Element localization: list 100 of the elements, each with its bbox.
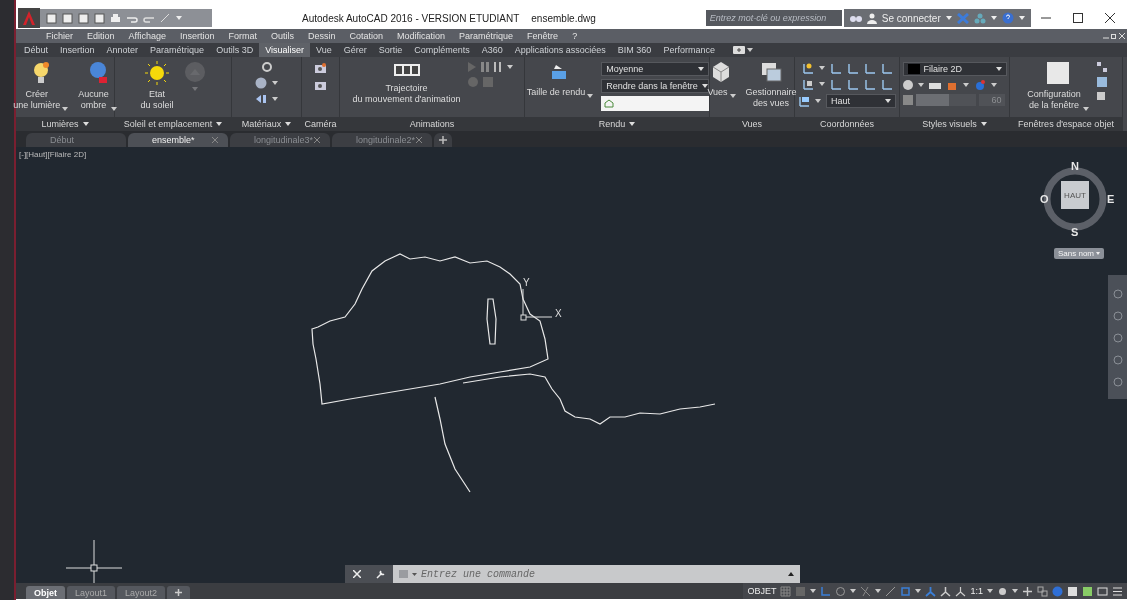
menu-item[interactable]: Insertion xyxy=(179,31,215,41)
ribbon-tab[interactable]: Performance xyxy=(657,43,721,57)
ribbon-button[interactable]: Aucune ombre xyxy=(76,60,119,112)
fullscreen-icon[interactable] xyxy=(1097,585,1108,597)
wrench-icon[interactable] xyxy=(376,569,386,579)
ribbon-tab[interactable]: Outils 3D xyxy=(210,43,260,57)
compass-letter[interactable]: S xyxy=(1071,226,1079,238)
ribbon-tab[interactable]: Applications associées xyxy=(508,43,612,57)
ribbon-tab[interactable]: Sortie xyxy=(372,43,409,57)
grid-icon xyxy=(1096,77,1107,87)
camera-icon xyxy=(314,79,327,91)
ribbon-tab[interactable]: BIM 360 xyxy=(611,43,658,57)
menu-item[interactable]: ? xyxy=(572,31,578,41)
annotation-scale[interactable]: 1:1 xyxy=(970,586,983,596)
ribbon-tab[interactable]: Début xyxy=(18,43,55,57)
caret-icon xyxy=(818,82,825,86)
grid-icon[interactable] xyxy=(780,585,792,597)
toggle-icon[interactable] xyxy=(732,46,745,54)
window-title: Autodesk AutoCAD 2016 - VERSION ETUDIANT xyxy=(302,12,520,24)
compass-letter[interactable]: E xyxy=(1107,193,1115,205)
menu-item[interactable]: Affichage xyxy=(128,31,166,41)
dropdown[interactable]: Haut xyxy=(826,94,896,108)
line-icon[interactable] xyxy=(160,13,170,23)
new-tab-button[interactable] xyxy=(434,133,452,147)
ribbon-button[interactable]: Créer une lumière xyxy=(11,60,71,112)
caret-icon xyxy=(1012,589,1018,593)
caret-icon xyxy=(1096,252,1101,255)
ucs-icon xyxy=(880,62,893,74)
ucs-icon xyxy=(801,78,814,90)
compass-letter[interactable]: O xyxy=(1040,193,1049,205)
menu-item[interactable]: Fichier xyxy=(46,31,73,41)
ribbon-button[interactable]: Gestionnaire des vues xyxy=(743,60,799,110)
file-tab[interactable]: ensemble* xyxy=(128,133,228,147)
caret-icon xyxy=(810,589,817,593)
maximize-icon[interactable] xyxy=(1073,13,1083,23)
compass-letter[interactable]: N xyxy=(1071,160,1079,172)
model-space-button[interactable]: OBJET xyxy=(747,586,777,596)
caret-icon xyxy=(917,83,924,87)
plus-icon xyxy=(439,136,447,144)
ribbon-tab[interactable]: Paramétrique xyxy=(144,43,211,57)
panel-title: Matériaux xyxy=(241,119,282,129)
ribbon-tab[interactable]: Vue xyxy=(310,43,338,57)
plus-icon[interactable] xyxy=(1022,585,1033,597)
command-input[interactable]: Entrez une commande xyxy=(421,568,784,580)
binoculars-icon[interactable] xyxy=(849,13,862,23)
ribbon-tab[interactable]: Visualiser xyxy=(259,43,310,57)
ribbon-tab[interactable]: Compléments xyxy=(408,43,476,57)
ribbon-button[interactable]: Configuration de la fenêtre xyxy=(1025,60,1091,112)
layout-tab[interactable]: Objet xyxy=(26,586,65,599)
restore-icon[interactable] xyxy=(1111,33,1117,39)
camera-icon xyxy=(314,62,327,74)
ucs-icon xyxy=(846,78,859,90)
dropdown[interactable]: Filaire 2D xyxy=(902,62,1007,76)
ucs-icon xyxy=(880,78,893,90)
ribbon-button[interactable]: Vues xyxy=(705,60,738,99)
menu-item[interactable]: Paramétrique xyxy=(459,31,514,41)
panel-title: Vues xyxy=(741,119,763,129)
viewport-label[interactable]: [-][Haut][Filaire 2D] xyxy=(19,150,87,159)
render-icon xyxy=(604,99,615,108)
axis-label: Y xyxy=(523,277,530,288)
menu-item[interactable]: Modification xyxy=(397,31,446,41)
application-menu-button[interactable] xyxy=(18,8,40,28)
polar-icon[interactable] xyxy=(835,585,847,597)
ucs-icon xyxy=(520,288,553,321)
ribbon-tab[interactable]: A360 xyxy=(475,43,509,57)
panel-title: Rendu xyxy=(598,119,626,129)
shading-icon xyxy=(902,80,913,90)
new-layout-button[interactable] xyxy=(167,586,191,599)
menu-icon[interactable] xyxy=(1112,585,1123,597)
ribbon-tab[interactable]: Annoter xyxy=(100,43,145,57)
caret-icon xyxy=(272,97,278,101)
search-field[interactable]: Entrez mot-clé ou expression xyxy=(705,10,842,26)
ribbon-tab[interactable]: Gérer xyxy=(337,43,373,57)
menu-item[interactable]: Outils xyxy=(270,31,294,41)
menu-item[interactable]: Format xyxy=(228,31,257,41)
menu-item[interactable]: Fenêtre xyxy=(527,31,559,41)
input-field[interactable] xyxy=(601,96,710,111)
menu-item[interactable]: Dessin xyxy=(308,31,336,41)
opacity-slider[interactable] xyxy=(915,94,976,106)
close-icon[interactable] xyxy=(1105,13,1115,23)
caret-icon[interactable] xyxy=(412,572,417,576)
user-icon xyxy=(866,12,877,24)
caret-icon xyxy=(990,16,997,20)
ribbon-button[interactable]: Etat du soleil xyxy=(138,60,176,112)
dropdown[interactable]: Moyenne xyxy=(601,62,710,76)
caret-icon xyxy=(885,99,891,103)
ortho-icon[interactable] xyxy=(820,585,832,597)
caret-icon xyxy=(701,84,708,88)
ribbon-tab[interactable]: Insertion xyxy=(54,43,101,57)
menu-item[interactable]: Cotation xyxy=(349,31,384,41)
caret-icon[interactable] xyxy=(788,572,794,576)
ribbon-button[interactable]: Taille de rendu xyxy=(524,60,596,99)
menu-item[interactable]: Edition xyxy=(87,31,115,41)
ucs-icon xyxy=(846,62,859,74)
viewcube-face[interactable]: HAUT xyxy=(1061,181,1089,209)
help-icon[interactable] xyxy=(1001,12,1014,24)
sphere-icon xyxy=(87,61,108,85)
ribbon-button[interactable]: Trajectoire du mouvement d'animation xyxy=(350,60,463,106)
caret-icon xyxy=(875,589,882,593)
panel-title: Animations xyxy=(409,119,455,129)
